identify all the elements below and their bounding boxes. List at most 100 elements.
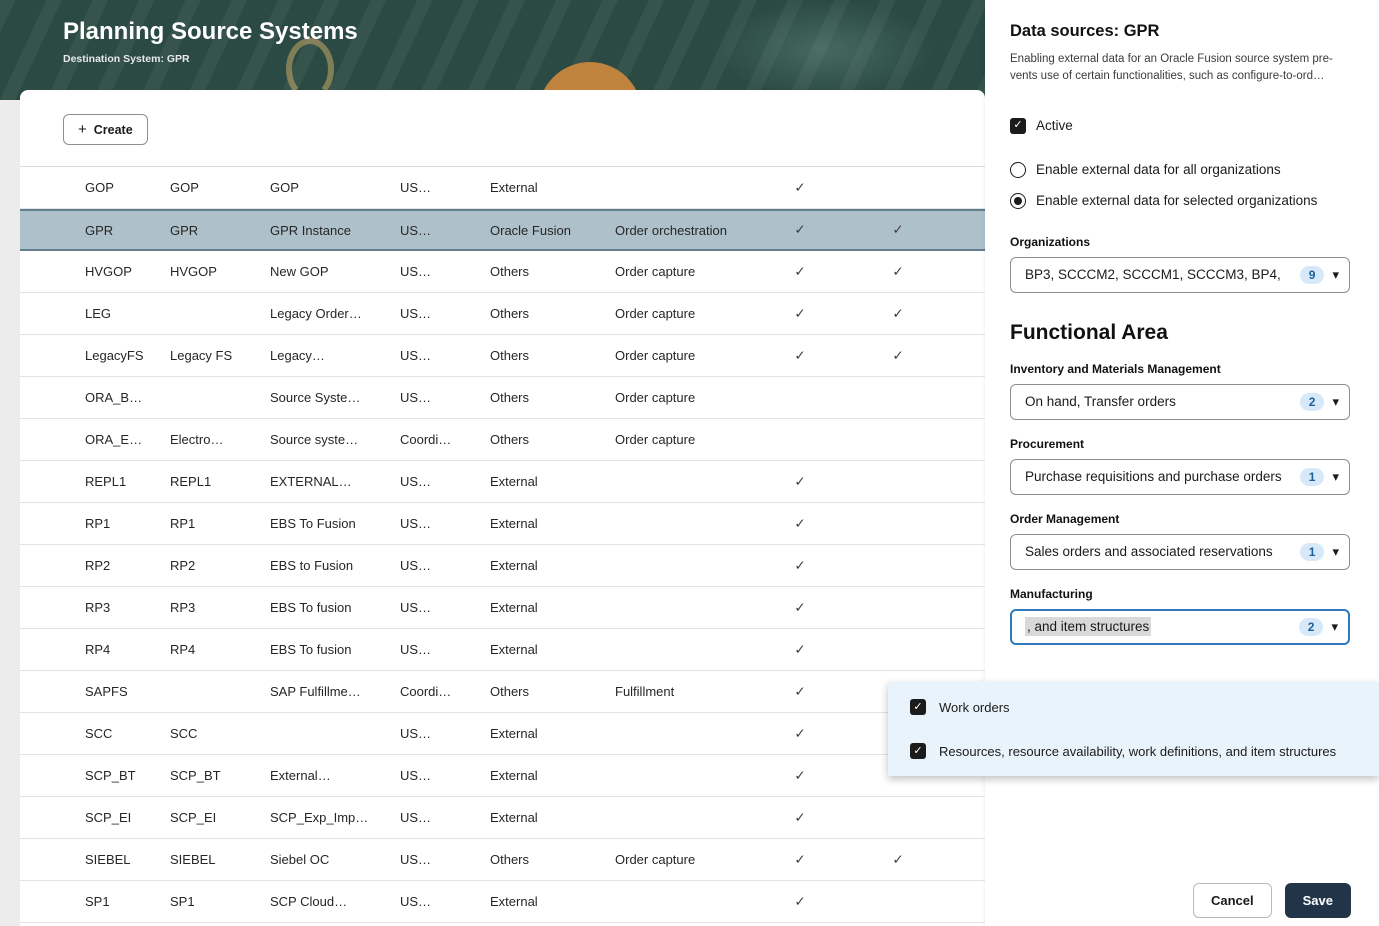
cell-description: Source syste…	[270, 432, 400, 447]
save-button[interactable]: Save	[1285, 883, 1351, 918]
count-badge: 2	[1299, 618, 1324, 636]
cell-version: External	[490, 180, 615, 195]
table-row[interactable]: SAPFS SAP Fulfillme… Coordi… Others Fulf…	[20, 671, 985, 713]
cell-name: RP3	[170, 600, 270, 615]
cell-version: External	[490, 600, 615, 615]
table-row[interactable]: RP2 RP2 EBS to Fusion US… External ✓	[20, 545, 985, 587]
chevron-down-icon: ▾	[1332, 469, 1339, 485]
radio-all-organizations[interactable]: Enable external data for all organizatio…	[1010, 162, 1351, 178]
cell-organization: Coordi…	[400, 684, 490, 699]
active-label: Active	[1036, 118, 1073, 133]
cell-order-type: Fulfillment	[615, 684, 770, 699]
cell-order-type: Order orchestration	[615, 223, 770, 238]
table-row[interactable]: ORA_E… Electro… Source syste… Coordi… Ot…	[20, 419, 985, 461]
cell-code: RP2	[85, 558, 170, 573]
procurement-select[interactable]: Purchase requisitions and purchase order…	[1010, 459, 1350, 495]
table-row[interactable]: SCP_EI SCP_EI SCP_Exp_Imp… US… External …	[20, 797, 985, 839]
table-row[interactable]: LEG Legacy Order… US… Others Order captu…	[20, 293, 985, 335]
cell-order-type: Order capture	[615, 852, 770, 867]
cell-description: SAP Fulfillme…	[270, 684, 400, 699]
checkmark-icon: ✓	[770, 222, 830, 238]
dropdown-option[interactable]: ✓ Resources, resource availability, work…	[888, 729, 1379, 773]
active-checkbox-row[interactable]: ✓ Active	[1010, 118, 1351, 134]
checkmark-icon: ✓	[868, 264, 928, 280]
cell-version: Others	[490, 264, 615, 279]
checkbox-icon[interactable]: ✓	[910, 699, 926, 715]
checkmark-icon: ✓	[770, 642, 830, 658]
dropdown-option[interactable]: ✓ Work orders	[888, 685, 1379, 729]
cell-code: SAPFS	[85, 684, 170, 699]
cell-name: HVGOP	[170, 264, 270, 279]
organizations-label: Organizations	[1010, 235, 1351, 249]
cell-version: External	[490, 894, 615, 909]
order-management-select[interactable]: Sales orders and associated reservations…	[1010, 534, 1350, 570]
cell-organization: US…	[400, 558, 490, 573]
checkmark-icon: ✓	[770, 726, 830, 742]
table-row[interactable]: SIEBEL SIEBEL Siebel OC US… Others Order…	[20, 839, 985, 881]
table-row[interactable]: RP3 RP3 EBS To fusion US… External ✓	[20, 587, 985, 629]
table-row[interactable]: RP4 RP4 EBS To fusion US… External ✓	[20, 629, 985, 671]
dropdown-option-label: Resources, resource availability, work d…	[939, 744, 1336, 759]
functional-area-fields: Inventory and Materials Management On ha…	[1010, 362, 1351, 645]
page-subtitle: Destination System: GPR	[63, 53, 190, 65]
cell-code: HVGOP	[85, 264, 170, 279]
chevron-down-icon: ▾	[1332, 544, 1339, 560]
cell-name: Electro…	[170, 432, 270, 447]
plus-icon: +	[78, 122, 87, 137]
checkmark-icon: ✓	[770, 768, 830, 784]
cell-name: SCP_EI	[170, 810, 270, 825]
dropdown-option-label: Work orders	[939, 700, 1010, 715]
cell-organization: US…	[400, 474, 490, 489]
checkmark-icon: ✓	[770, 684, 830, 700]
table-row[interactable]: GOP GOP GOP US… External ✓	[20, 167, 985, 209]
organizations-count-badge: 9	[1300, 266, 1325, 284]
cell-organization: US…	[400, 306, 490, 321]
chevron-down-icon: ▾	[1332, 394, 1339, 410]
table-toolbar: + Create	[20, 90, 985, 145]
cell-order-type: Order capture	[615, 432, 770, 447]
cell-description: EBS To fusion	[270, 600, 400, 615]
table-row[interactable]: REPL1 REPL1 EXTERNAL… US… External ✓	[20, 461, 985, 503]
select-value: Purchase requisitions and purchase order…	[1025, 469, 1292, 484]
table-row[interactable]: SCC SCC US… External ✓	[20, 713, 985, 755]
cell-code: RP4	[85, 642, 170, 657]
cell-description: GOP	[270, 180, 400, 195]
table-row[interactable]: HVGOP HVGOP New GOP US… Others Order cap…	[20, 251, 985, 293]
functional-area-field: Manufacturing , and item structures 2 ▾	[1010, 587, 1351, 645]
table-row[interactable]: GPR GPR GPR Instance US… Oracle Fusion O…	[20, 209, 985, 251]
checkmark-icon: ✓	[868, 306, 928, 322]
cell-description: EXTERNAL…	[270, 474, 400, 489]
cell-description: EBS To Fusion	[270, 516, 400, 531]
radio-icon[interactable]	[1010, 162, 1026, 178]
page-header-banner: Planning Source Systems Destination Syst…	[0, 0, 985, 100]
cell-name: GPR	[170, 223, 270, 238]
cell-name: RP1	[170, 516, 270, 531]
checkbox-icon[interactable]: ✓	[910, 743, 926, 759]
organizations-select[interactable]: BP3, SCCCM2, SCCCM1, SCCCM3, BP4, 9 ▾	[1010, 257, 1350, 293]
cell-organization: US…	[400, 264, 490, 279]
table-row[interactable]: SP1 SP1 SCP Cloud… US… External ✓	[20, 881, 985, 923]
cell-organization: US…	[400, 348, 490, 363]
radio-selected-icon[interactable]	[1010, 193, 1026, 209]
radio-selected-organizations[interactable]: Enable external data for selected organi…	[1010, 193, 1351, 209]
table-row[interactable]: LegacyFS Legacy FS Legacy… US… Others Or…	[20, 335, 985, 377]
cell-code: RP3	[85, 600, 170, 615]
inventory-and-materials-management-select[interactable]: On hand, Transfer orders 2 ▾	[1010, 384, 1350, 420]
cell-version: Oracle Fusion	[490, 223, 615, 238]
table-row[interactable]: ORA_B… Source Syste… US… Others Order ca…	[20, 377, 985, 419]
active-checkbox-icon[interactable]: ✓	[1010, 118, 1026, 134]
cell-version: External	[490, 516, 615, 531]
create-button[interactable]: + Create	[63, 114, 148, 145]
table-row[interactable]: RP1 RP1 EBS To Fusion US… External ✓	[20, 503, 985, 545]
cell-version: External	[490, 810, 615, 825]
create-button-label: Create	[94, 123, 133, 137]
cancel-button[interactable]: Cancel	[1193, 883, 1272, 918]
count-badge: 2	[1300, 393, 1325, 411]
panel-title: Data sources: GPR	[1010, 22, 1351, 41]
cell-version: External	[490, 642, 615, 657]
select-value: , and item structures	[1025, 617, 1151, 636]
panel-description: Enabling external data for an Oracle Fus…	[1010, 51, 1351, 86]
manufacturing-select[interactable]: , and item structures 2 ▾	[1010, 609, 1350, 645]
table-row[interactable]: SCP_BT SCP_BT External… US… External ✓	[20, 755, 985, 797]
checkmark-icon: ✓	[770, 348, 830, 364]
